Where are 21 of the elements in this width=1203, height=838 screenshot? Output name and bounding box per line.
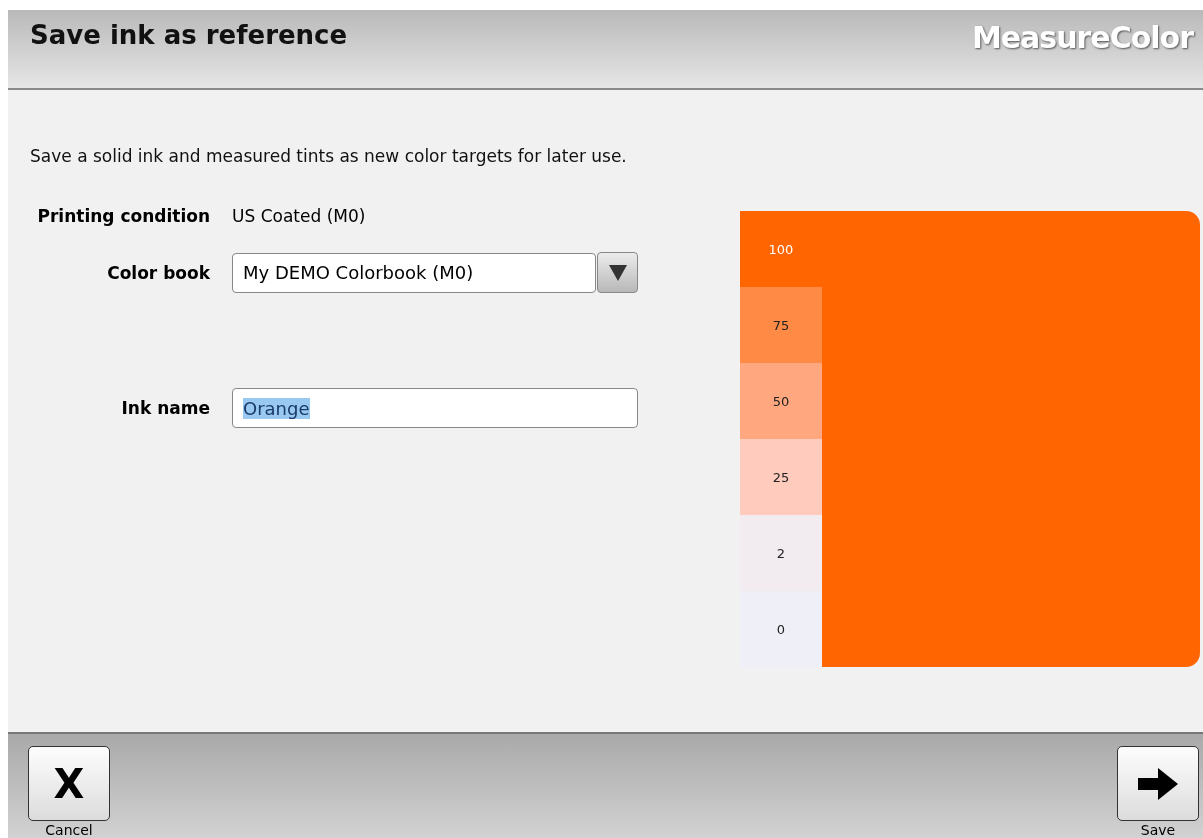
description-text: Save a solid ink and measured tints as new color targets for later use. [30,146,628,166]
field-label: Color book [106,262,210,283]
field-value: US Coated (M0) [232,206,366,226]
dropdown-button[interactable] [597,252,638,293]
cancel-button[interactable]: X [28,746,110,821]
tint-swatch: 50 [740,363,822,439]
save-button[interactable] [1117,746,1199,821]
tint-swatch: 0 [740,591,822,667]
color-book-dropdown[interactable]: My DEMO Colorbook (M0) [232,252,596,293]
tint-swatch: 2 [740,515,822,591]
page-title: Save ink as reference [30,20,348,50]
tint-swatch: 25 [740,439,822,515]
field-label: Ink name [120,398,210,418]
caret-icon [607,263,628,282]
tint-swatch: 75 [740,287,822,363]
ink-name-field[interactable]: Orange [232,388,638,428]
button-label: Save [1140,822,1176,838]
button-label: Cancel [45,822,93,838]
brand-logo: MeasureColor [971,20,1193,55]
arrow-right-icon [1136,765,1180,802]
field-label: Printing condition [36,206,210,226]
